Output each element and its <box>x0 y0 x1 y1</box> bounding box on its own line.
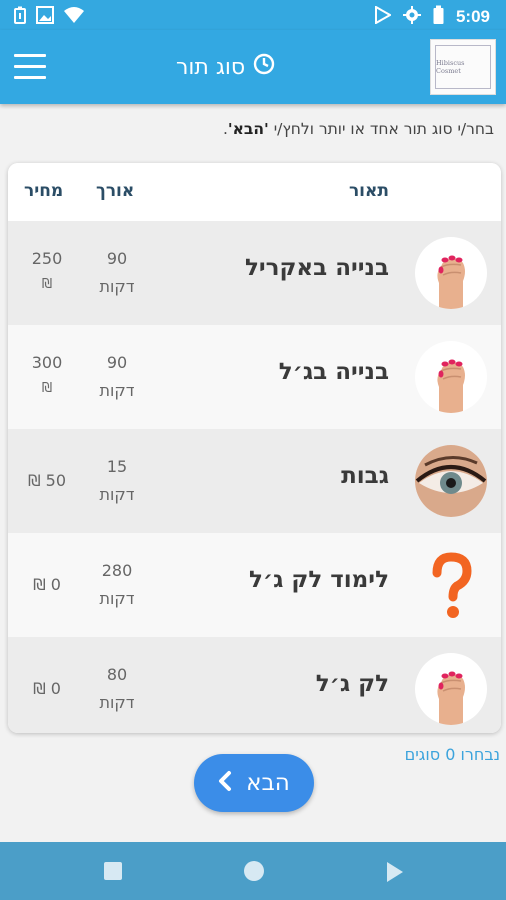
status-time: 5:09 <box>455 6 490 26</box>
table-header: תאור אורך מחיר <box>8 163 501 221</box>
selected-count: נבחרו 0 סוגים <box>404 745 500 764</box>
header-length: אורך <box>96 181 135 201</box>
hamburger-line <box>14 65 46 68</box>
next-button[interactable]: הבא <box>194 754 314 812</box>
nails-hand-icon <box>415 653 487 725</box>
hamburger-line <box>14 76 46 79</box>
clock-icon <box>253 53 275 81</box>
service-length: 15 <box>106 457 128 476</box>
service-length-unit: דקות <box>99 485 135 504</box>
hamburger-menu-button[interactable] <box>14 54 46 80</box>
status-right-icons: 5:09 <box>374 4 490 28</box>
next-button-label: הבא <box>246 770 290 796</box>
service-length-unit: דקות <box>99 693 135 712</box>
home-button[interactable] <box>244 861 264 881</box>
battery-icon <box>433 5 444 28</box>
service-name: בנייה בג׳ל <box>278 359 389 385</box>
service-name: גבות <box>341 463 389 489</box>
app-bar: סוג תור Hibiscus Cosmet <box>0 30 506 104</box>
service-row[interactable]: בנייה בג׳ל 90 דקות 300 ₪ <box>8 325 501 429</box>
service-length-unit: דקות <box>99 381 135 400</box>
hamburger-line <box>14 54 46 57</box>
play-store-icon <box>374 4 392 28</box>
service-currency: ₪ <box>41 277 53 292</box>
logo-frame: Hibiscus Cosmet <box>435 45 491 89</box>
chevron-left-icon <box>218 770 232 796</box>
service-price: ₪ 0 <box>33 679 61 698</box>
instruction-text: בחר/י סוג תור אחד או יותר ולחץ/י 'הבא'. <box>14 120 494 138</box>
recent-apps-button[interactable] <box>104 862 122 880</box>
service-price: ₪ 50 <box>28 471 66 490</box>
image-icon <box>36 6 54 28</box>
service-currency: ₪ <box>41 381 53 396</box>
app-title-text: סוג תור <box>176 54 246 80</box>
services-card: תאור אורך מחיר בנייה באקריל 90 דקות 250 … <box>8 163 501 733</box>
service-length: 280 <box>101 561 133 580</box>
status-bar: 5:09 <box>0 0 506 30</box>
app-title: סוג תור <box>176 52 275 82</box>
header-description: תאור <box>348 181 389 201</box>
service-length: 80 <box>106 665 128 684</box>
nails-hand-icon <box>415 237 487 309</box>
service-price: 250 <box>31 249 63 268</box>
service-length-unit: דקות <box>99 589 135 608</box>
service-name: לק ג׳ל <box>315 671 389 697</box>
instruction-bold: 'הבא' <box>227 120 269 138</box>
logo-text: Hibiscus Cosmet <box>436 59 465 75</box>
battery-saver-icon <box>14 6 26 28</box>
settings-icon <box>402 5 421 28</box>
service-length: 90 <box>106 249 128 268</box>
service-row[interactable]: גבות 15 דקות ₪ 50 <box>8 429 501 533</box>
service-length: 90 <box>106 353 128 372</box>
instruction-part: בחר/י סוג תור אחד או יותר ולחץ/י <box>268 120 494 138</box>
service-price: ₪ 0 <box>33 575 61 594</box>
back-button[interactable] <box>385 861 405 887</box>
service-row[interactable]: לימוד לק ג׳ל 280 דקות ₪ 0 <box>8 533 501 637</box>
service-name: לימוד לק ג׳ל <box>248 567 389 593</box>
service-row[interactable]: בנייה באקריל 90 דקות 250 ₪ <box>8 221 501 325</box>
service-length-unit: דקות <box>99 277 135 296</box>
wifi-icon <box>64 7 84 27</box>
header-price: מחיר <box>24 181 64 201</box>
service-price: 300 <box>31 353 63 372</box>
brand-logo: Hibiscus Cosmet <box>430 39 496 95</box>
system-nav-bar <box>0 842 506 900</box>
question-mark-icon <box>415 549 487 621</box>
status-left-icons <box>14 6 84 28</box>
eye-icon <box>415 445 487 517</box>
service-name: בנייה באקריל <box>244 255 389 281</box>
nails-hand-icon <box>415 341 487 413</box>
service-row[interactable]: לק ג׳ל 80 דקות ₪ 0 <box>8 637 501 733</box>
